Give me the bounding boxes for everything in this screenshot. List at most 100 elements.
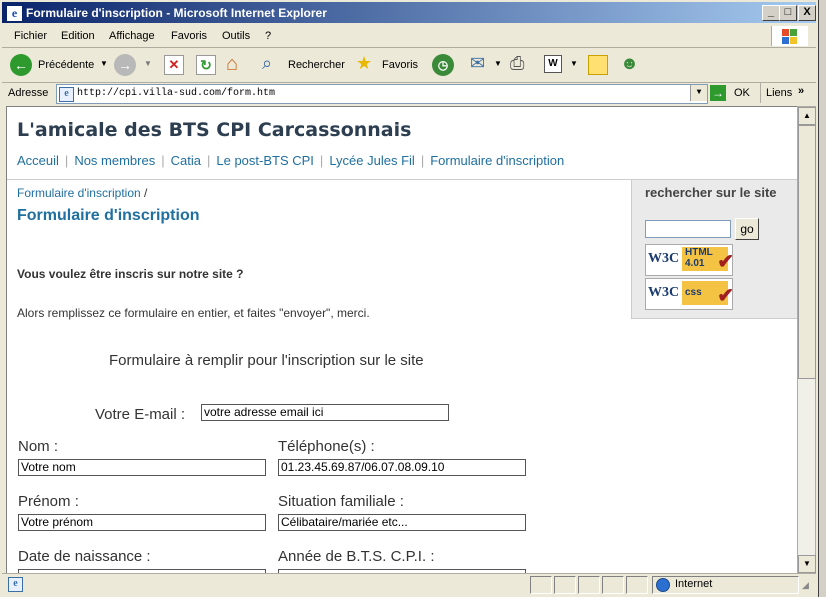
messenger-icon: ☻ bbox=[620, 53, 639, 73]
refresh-button[interactable]: ↻ bbox=[194, 53, 216, 77]
checkmark-icon: ✔ bbox=[717, 285, 734, 307]
go-button[interactable]: → OK bbox=[710, 84, 756, 102]
edit-button[interactable]: W ▼ bbox=[542, 53, 580, 77]
printer-icon: ⎙ bbox=[510, 53, 525, 73]
menu-bar: Fichier Edition Affichage Favoris Outils… bbox=[2, 25, 816, 48]
w3c-css-badge[interactable]: W3C css ✔ bbox=[645, 278, 734, 310]
situation-label: Situation familiale : bbox=[278, 493, 404, 510]
intro-question: Vous voulez être inscris sur notre site … bbox=[17, 267, 244, 281]
print-button[interactable]: ⎙ bbox=[508, 53, 534, 77]
nav-post-bts[interactable]: Le post-BTS CPI bbox=[216, 153, 314, 168]
edit-dropdown-icon[interactable]: ▼ bbox=[570, 59, 578, 68]
menu-favoris[interactable]: Favoris bbox=[171, 30, 207, 42]
checkmark-icon: ✔ bbox=[717, 251, 734, 273]
page-content: L'amicale des BTS CPI Carcassonnais Acce… bbox=[6, 106, 798, 574]
menu-fichier[interactable]: Fichier bbox=[14, 30, 47, 42]
back-arrow-icon: ← bbox=[10, 54, 32, 76]
scroll-up-icon[interactable]: ▲ bbox=[798, 107, 816, 125]
prenom-field[interactable]: Votre prénom bbox=[18, 514, 266, 531]
nav-membres[interactable]: Nos membres bbox=[74, 153, 155, 168]
menu-edition[interactable]: Edition bbox=[61, 30, 95, 42]
menu-help[interactable]: ? bbox=[265, 30, 271, 42]
email-label: Votre E-mail : bbox=[95, 406, 186, 423]
address-url: http://cpi.villa-sud.com/form.htm bbox=[77, 88, 276, 99]
windows-logo-icon bbox=[771, 26, 808, 46]
mail-dropdown-icon[interactable]: ▼ bbox=[494, 59, 502, 68]
vertical-scrollbar[interactable]: ▲ ▼ bbox=[797, 106, 816, 574]
breadcrumb-separator: / bbox=[144, 186, 148, 200]
breadcrumb-link[interactable]: Formulaire d'inscription bbox=[17, 186, 141, 200]
messenger-button[interactable]: ☻ bbox=[618, 53, 644, 77]
nav-catia[interactable]: Catia bbox=[171, 153, 201, 168]
form-caption: Formulaire à remplir pour l'inscription … bbox=[109, 352, 424, 369]
w3c-logo: W3C bbox=[648, 285, 680, 300]
search-sidebar: rechercher sur le site go W3C HTML 4.01 … bbox=[631, 180, 797, 319]
page-heading: Formulaire d'inscription bbox=[17, 207, 200, 224]
zone-panel: Internet bbox=[652, 576, 799, 594]
prenom-label: Prénom : bbox=[18, 493, 79, 510]
site-search-input[interactable] bbox=[645, 220, 731, 238]
email-field[interactable]: votre adresse email ici bbox=[201, 404, 449, 421]
situation-field[interactable]: Célibataire/mariée etc... bbox=[278, 514, 526, 531]
mail-button[interactable]: ✉ ▼ bbox=[468, 53, 504, 77]
intro-text: Alors remplissez ce formulaire en entier… bbox=[17, 306, 370, 320]
links-chevron-icon[interactable]: » bbox=[798, 85, 804, 97]
forward-dropdown-icon[interactable]: ▼ bbox=[144, 59, 152, 68]
nom-label: Nom : bbox=[18, 438, 59, 455]
back-dropdown-icon[interactable]: ▼ bbox=[100, 59, 108, 68]
zone-label: Internet bbox=[675, 578, 713, 590]
notes-button[interactable] bbox=[586, 53, 610, 77]
naissance-label: Date de naissance : bbox=[18, 548, 151, 565]
refresh-icon: ↻ bbox=[196, 55, 216, 75]
status-bar: e Internet ◢ bbox=[2, 573, 816, 596]
site-search-go-button[interactable]: go bbox=[735, 218, 759, 240]
scroll-thumb[interactable] bbox=[798, 125, 816, 379]
search-button[interactable]: ⌕ Rechercher bbox=[260, 53, 350, 77]
search-label: Rechercher bbox=[288, 59, 345, 71]
breadcrumb: Formulaire d'inscription / bbox=[17, 186, 147, 200]
nav-formulaire[interactable]: Formulaire d'inscription bbox=[430, 153, 564, 168]
star-icon: ★ bbox=[356, 53, 373, 73]
search-icon: ⌕ bbox=[262, 53, 273, 73]
maximize-button[interactable]: □ bbox=[779, 5, 797, 21]
close-button[interactable]: X bbox=[798, 5, 816, 21]
address-label: Adresse bbox=[8, 87, 49, 99]
title-bar: e Formulaire d'inscription - Microsoft I… bbox=[2, 2, 816, 23]
menu-affichage[interactable]: Affichage bbox=[109, 30, 155, 42]
note-icon bbox=[588, 55, 608, 75]
history-button[interactable]: ◷ bbox=[430, 53, 456, 77]
address-input[interactable]: e http://cpi.villa-sud.com/form.htm ▼ bbox=[56, 84, 708, 104]
go-arrow-icon: → bbox=[710, 85, 726, 101]
forward-arrow-icon: → bbox=[114, 54, 136, 76]
nav-lycee[interactable]: Lycée Jules Fil bbox=[329, 153, 415, 168]
ie-window: e Formulaire d'inscription - Microsoft I… bbox=[0, 0, 819, 597]
site-nav: Acceuil | Nos membres | Catia | Le post-BTS CP… bbox=[17, 153, 565, 168]
links-label[interactable]: Liens bbox=[766, 87, 792, 99]
telephone-field[interactable]: 01.23.45.69.87/06.07.08.09.10 bbox=[278, 459, 526, 476]
stop-button[interactable]: ✕ bbox=[162, 53, 184, 77]
menu-outils[interactable]: Outils bbox=[222, 30, 250, 42]
w3c-html-badge[interactable]: W3C HTML 4.01 ✔ bbox=[645, 244, 734, 276]
resize-grip-icon[interactable]: ◢ bbox=[802, 580, 809, 591]
favorites-label: Favoris bbox=[382, 59, 419, 71]
minimize-button[interactable]: _ bbox=[762, 5, 780, 21]
page-status-icon: e bbox=[8, 577, 23, 592]
nav-acceuil[interactable]: Acceuil bbox=[17, 153, 59, 168]
address-dropdown-icon[interactable]: ▼ bbox=[690, 85, 707, 101]
favorites-button[interactable]: ★ Favoris bbox=[354, 53, 426, 77]
word-icon: W bbox=[544, 55, 562, 73]
go-label: OK bbox=[734, 87, 750, 99]
nom-field[interactable]: Votre nom bbox=[18, 459, 266, 476]
forward-button[interactable]: → ▼ bbox=[114, 53, 154, 77]
site-title: L'amicale des BTS CPI Carcassonnais bbox=[17, 119, 412, 141]
back-button[interactable]: ← Précédente ▼ bbox=[10, 53, 108, 77]
scroll-down-icon[interactable]: ▼ bbox=[798, 555, 816, 573]
telephone-label: Téléphone(s) : bbox=[278, 438, 375, 455]
annee-bts-label: Année de B.T.S. C.P.I. : bbox=[278, 548, 435, 565]
toolbar: ← Précédente ▼ → ▼ ✕ ↻ ⌂ ⌕ Rechercher ★ … bbox=[2, 48, 816, 83]
home-button[interactable]: ⌂ bbox=[224, 53, 250, 77]
address-bar: Adresse e http://cpi.villa-sud.com/form.… bbox=[2, 83, 816, 105]
back-label: Précédente bbox=[38, 59, 95, 71]
mail-icon: ✉ bbox=[470, 53, 486, 73]
stop-icon: ✕ bbox=[164, 55, 184, 75]
